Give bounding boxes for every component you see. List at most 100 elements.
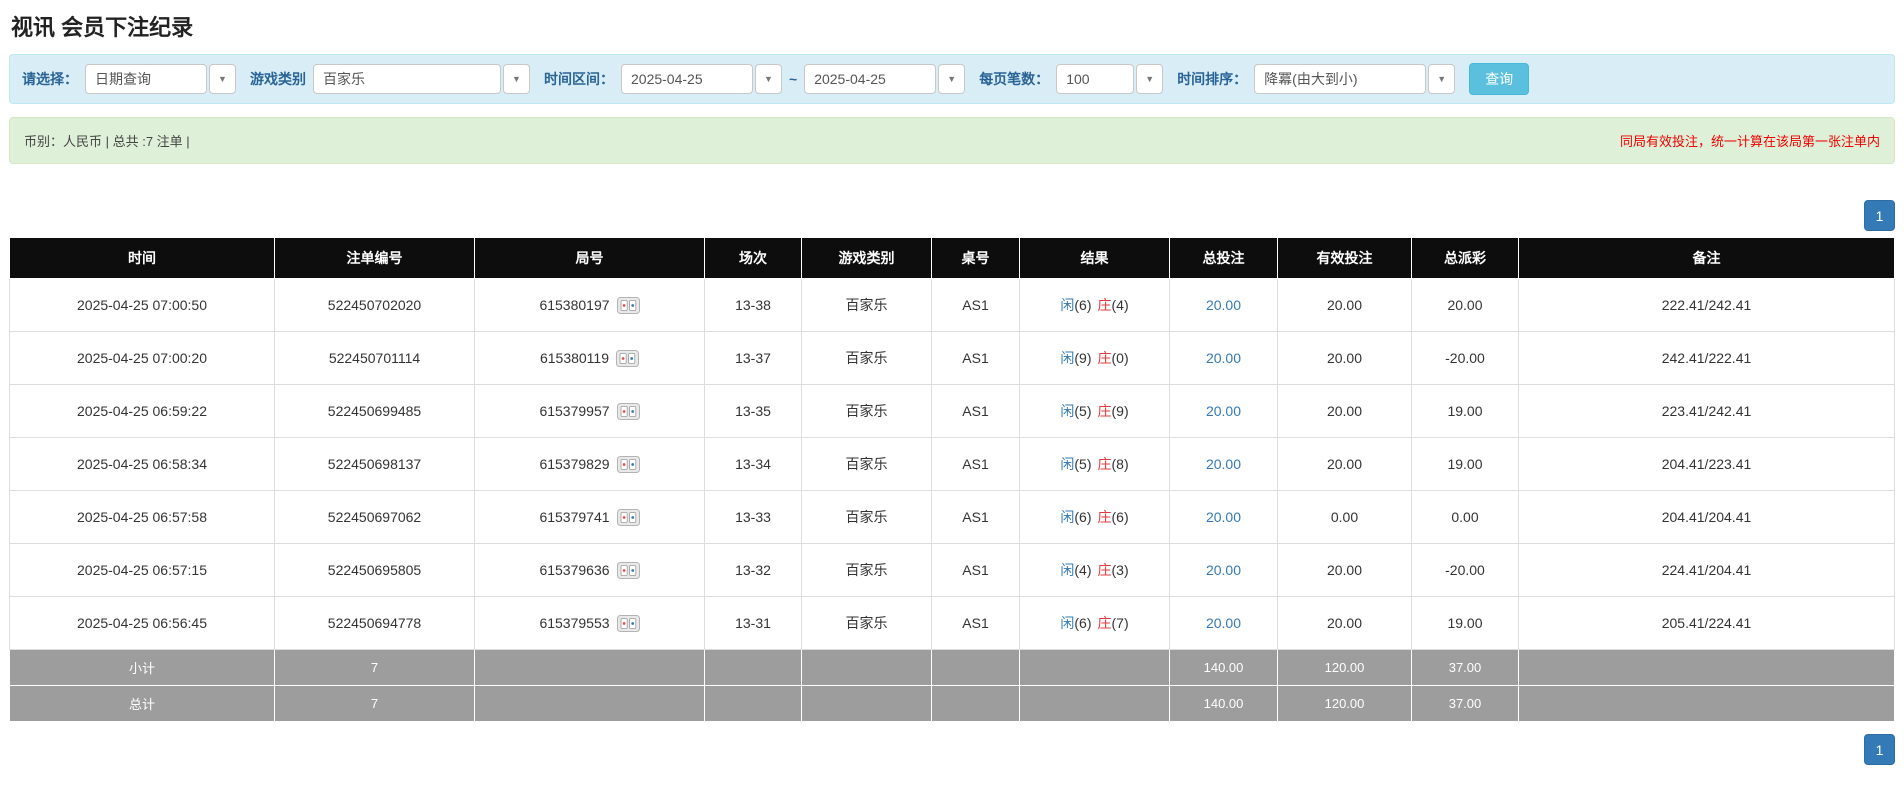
result-banker-points: (9): [1111, 403, 1129, 419]
empty-cell: [704, 685, 802, 722]
result-banker-points: (7): [1111, 615, 1129, 631]
game-type-dropdown-button[interactable]: ▼: [503, 64, 530, 94]
table-row: 2025-04-25 06:59:22 522450699485 6153799…: [9, 384, 1895, 438]
round-number: 615379829: [539, 456, 610, 472]
cell-result: 闲(6) 庄(6): [1019, 490, 1170, 544]
page-title: 视讯 会员下注纪录: [11, 15, 194, 40]
cell-round: 615379636: [474, 543, 705, 597]
total-bet-link[interactable]: 20.00: [1206, 509, 1241, 525]
result-banker: 庄: [1097, 509, 1112, 525]
round-number: 615379741: [539, 509, 610, 525]
cell-result: 闲(5) 庄(8): [1019, 437, 1170, 491]
column-header: 有效投注: [1277, 237, 1412, 279]
column-header: 场次: [704, 237, 802, 279]
table-header-row: 时间 注单编号 局号 场次 游戏类别 桌号 结果 总投注 有效投注 总派彩 备注: [9, 237, 1895, 279]
sort-combobox: ▼: [1254, 64, 1456, 94]
cell-total-bet: 20.00: [1169, 543, 1278, 597]
date-from-input[interactable]: [621, 64, 753, 94]
page-button-1[interactable]: 1: [1864, 200, 1895, 231]
cards-icon: [616, 349, 640, 367]
cell-time: 2025-04-25 06:59:22: [9, 384, 275, 438]
sort-group: 时间排序： ▼: [1177, 64, 1456, 94]
column-header: 时间: [9, 237, 275, 279]
caret-down-icon: ▼: [764, 73, 773, 84]
total-bet-link[interactable]: 20.00: [1206, 403, 1241, 419]
cell-total-bet: 20.00: [1169, 490, 1278, 544]
date-separator: ~: [789, 71, 798, 87]
cell-session: 13-32: [704, 543, 802, 597]
cell-round: 615379553: [474, 596, 705, 650]
query-type-label: 请选择：: [22, 71, 78, 87]
date-to-input[interactable]: [804, 64, 937, 94]
cell-table-no: AS1: [931, 543, 1020, 597]
cell-payout: -20.00: [1411, 331, 1519, 385]
empty-cell: [474, 685, 705, 722]
table-row: 2025-04-25 06:58:34 522450698137 6153798…: [9, 437, 1895, 491]
total-bet-link[interactable]: 20.00: [1206, 615, 1241, 631]
query-type-combobox: ▼: [85, 64, 236, 94]
cell-game-type: 百家乐: [801, 490, 932, 544]
cell-game-type: 百家乐: [801, 543, 932, 597]
round-result-button[interactable]: [616, 508, 640, 526]
cell-valid-bet: 20.00: [1277, 596, 1412, 650]
page-size-dropdown-button[interactable]: ▼: [1136, 64, 1164, 94]
subtotal-count: 7: [274, 649, 475, 686]
date-from-dropdown-button[interactable]: ▼: [755, 64, 782, 94]
result-player: 闲: [1060, 615, 1075, 631]
total-bet-link[interactable]: 20.00: [1206, 456, 1241, 472]
column-header: 备注: [1518, 237, 1895, 279]
round-number: 615380197: [539, 297, 610, 313]
result-player: 闲: [1060, 509, 1075, 525]
round-result-button[interactable]: [616, 402, 640, 420]
result-player: 闲: [1060, 350, 1075, 366]
cell-valid-bet: 20.00: [1277, 437, 1412, 491]
column-header: 局号: [474, 237, 705, 279]
empty-cell: [1518, 685, 1895, 722]
round-result-button[interactable]: [616, 614, 640, 632]
cell-payout: 19.00: [1411, 596, 1519, 650]
round-result-button[interactable]: [616, 561, 640, 579]
round-result-button[interactable]: [616, 349, 640, 367]
game-type-group: 游戏类别 ▼: [250, 64, 530, 94]
query-type-input[interactable]: [85, 64, 207, 94]
cell-session: 13-33: [704, 490, 802, 544]
cell-bet-id: 522450695805: [274, 543, 475, 597]
date-range-group: 时间区间： ▼ ~ ▼: [544, 64, 966, 94]
cards-icon: [616, 614, 640, 632]
subtotal-label: 小计: [9, 649, 275, 686]
game-type-input[interactable]: [313, 64, 501, 94]
sort-dropdown-button[interactable]: ▼: [1428, 64, 1456, 94]
total-bet-link[interactable]: 20.00: [1206, 350, 1241, 366]
date-from-combobox: ▼: [621, 64, 782, 94]
cell-payout: 0.00: [1411, 490, 1519, 544]
column-header: 总派彩: [1411, 237, 1519, 279]
empty-cell: [704, 649, 802, 686]
cell-round: 615379829: [474, 437, 705, 491]
total-label: 总计: [9, 685, 275, 722]
cell-valid-bet: 0.00: [1277, 490, 1412, 544]
caret-down-icon: ▼: [947, 73, 957, 84]
table-row: 2025-04-25 07:00:20 522450701114 6153801…: [9, 331, 1895, 385]
page-size-input[interactable]: [1056, 64, 1135, 94]
total-bet-link[interactable]: 20.00: [1206, 562, 1241, 578]
date-to-dropdown-button[interactable]: ▼: [938, 64, 966, 94]
pagination-top: 1: [9, 200, 1895, 231]
cell-payout: 20.00: [1411, 278, 1519, 332]
cell-table-no: AS1: [931, 596, 1020, 650]
sort-input[interactable]: [1254, 64, 1427, 94]
table-row: 2025-04-25 06:56:45 522450694778 6153795…: [9, 596, 1895, 650]
cell-note: 204.41/204.41: [1518, 490, 1895, 544]
total-count: 7: [274, 685, 475, 722]
result-banker-points: (8): [1111, 456, 1129, 472]
cell-table-no: AS1: [931, 331, 1020, 385]
search-button[interactable]: 查询: [1469, 63, 1530, 95]
round-result-button[interactable]: [616, 455, 640, 473]
round-result-button[interactable]: [616, 296, 640, 314]
cell-time: 2025-04-25 07:00:50: [9, 278, 275, 332]
subtotal-payout: 37.00: [1411, 649, 1519, 686]
result-banker: 庄: [1097, 615, 1112, 631]
page-button-1[interactable]: 1: [1864, 734, 1895, 765]
total-bet-link[interactable]: 20.00: [1206, 297, 1241, 313]
query-type-dropdown-button[interactable]: ▼: [209, 64, 236, 94]
cell-note: 224.41/204.41: [1518, 543, 1895, 597]
